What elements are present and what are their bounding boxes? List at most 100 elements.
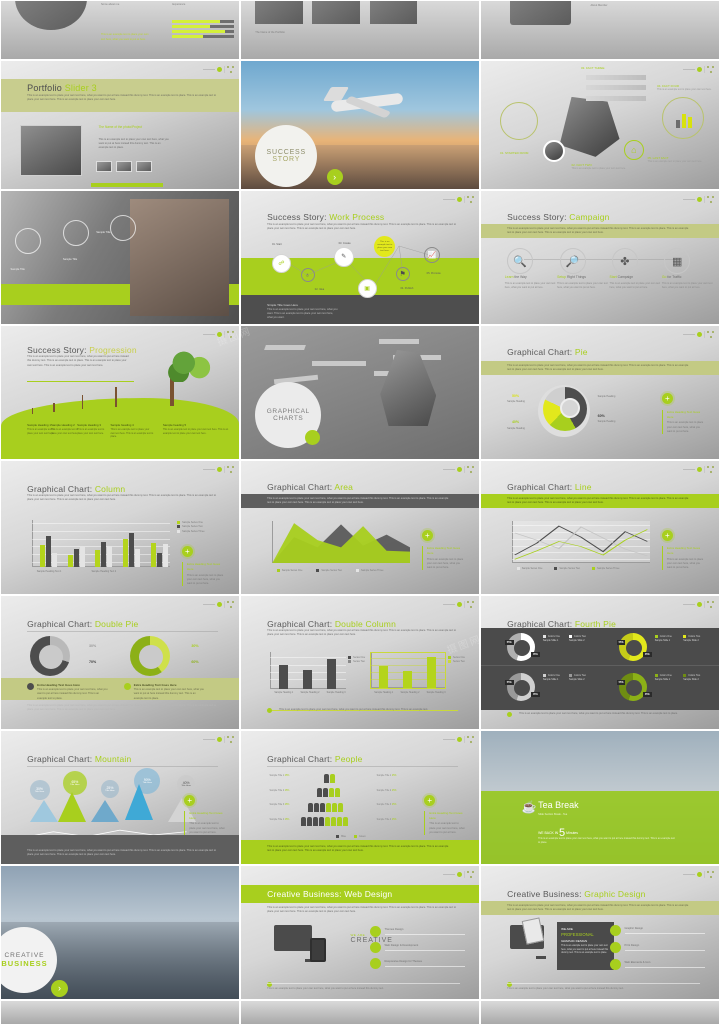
- fact-2-body: This is an example text to place your ow…: [571, 167, 626, 171]
- slide-graphical-chart-double-column[interactable]: Graphical Chart: Double Column This is a…: [240, 595, 480, 730]
- slide-graphical-chart-double-pie[interactable]: Graphical Chart: Double Pie 30% 70% 30% …: [0, 595, 240, 730]
- process-node-publish-icon[interactable]: ▣: [357, 278, 377, 298]
- corner-nodes-icon: [467, 601, 474, 608]
- column-body: This is an example text to place your ow…: [27, 494, 217, 502]
- area-chart[interactable]: [271, 520, 410, 564]
- add-button[interactable]: +: [424, 794, 436, 806]
- monitor-stand-icon: [535, 956, 546, 960]
- add-button[interactable]: +: [661, 530, 673, 542]
- slide-bottom-partial-1[interactable]: [0, 1000, 240, 1025]
- double-column-chart-left[interactable]: [269, 651, 346, 690]
- portfolio-thumbnail-strip[interactable]: [96, 160, 153, 172]
- tea-break-title: Tea Break: [538, 800, 579, 811]
- web-design-item-3[interactable]: Responsive Design for Themes: [369, 957, 465, 969]
- slide-success-story-progression[interactable]: Success Story: Progression This is an ex…: [0, 325, 240, 460]
- process-node-flag-icon[interactable]: ⚑: [395, 266, 410, 281]
- mountain-footer: This is an example text to place your ow…: [27, 849, 217, 857]
- graphic-design-item-2[interactable]: Print Design: [609, 941, 705, 953]
- slide-creative-business-web-design[interactable]: Creative Business: Web Design This is an…: [240, 865, 480, 1000]
- tree-foliage-icon: [162, 349, 216, 382]
- line-side-card: Extra Heading Text Goes Here This is an e…: [661, 546, 705, 571]
- page-title: Graphical Chart: Line: [507, 482, 592, 493]
- tea-cup-icon: ☕: [521, 800, 537, 815]
- slide-graphical-chart-fourth-pie[interactable]: Graphical Chart: Fourth Pie 55% 45% 55% …: [480, 595, 720, 730]
- slide-team-partial[interactable]: About Member: [480, 0, 720, 60]
- corner-nodes-icon: [707, 196, 714, 203]
- slide-success-story-campaign[interactable]: Success Story: Campaign This is an examp…: [480, 190, 720, 325]
- tea-break-subtitle: Slide Section Break - Tea: [538, 813, 568, 817]
- slide-graphical-chart-area[interactable]: Graphical Chart: Area This is an example…: [240, 460, 480, 595]
- slide-bottom-partial-2[interactable]: [240, 1000, 480, 1025]
- slide-corner-badge: [683, 66, 714, 73]
- add-button[interactable]: +: [661, 392, 673, 404]
- slide-about-us-partial[interactable]: Some about me Experience This is an exam…: [0, 0, 240, 60]
- column-chart[interactable]: [31, 519, 170, 568]
- slide-graphical-chart-pie[interactable]: Graphical Chart: Pie This is an example …: [480, 325, 720, 460]
- column-cat-1: Sample Heading Text 1: [36, 570, 62, 574]
- page-title: Graphical Chart: Fourth Pie: [507, 618, 617, 629]
- slide-portfolio-slider-3[interactable]: Portfolio Slider 3 This is an example te…: [0, 60, 240, 190]
- slide-graphical-chart-people[interactable]: Graphical Chart: People Sample Title 1 2…: [240, 730, 480, 865]
- campaign-col-4: Go for Traffic This is an example text t…: [661, 274, 713, 290]
- portfolio-main-photo[interactable]: [20, 125, 82, 177]
- people-row-4: [300, 817, 348, 827]
- corner-nodes-icon: [467, 466, 474, 473]
- slide-graphical-chart-line[interactable]: Graphical Chart: Line This is an example…: [480, 460, 720, 595]
- people-row-1: [324, 773, 336, 783]
- slide-bottom-partial-3[interactable]: [480, 1000, 720, 1025]
- slide-success-story-cover[interactable]: SUCCESS STORY ›: [240, 60, 480, 190]
- bar-chart-icon[interactable]: ▦: [664, 248, 691, 275]
- slide-creative-business-graphic-design[interactable]: Creative Business: Graphic Design This i…: [480, 865, 720, 1000]
- fourth-pie-3-label-b: 45%: [530, 691, 540, 697]
- tea-break-body: This is an example text to place your ow…: [538, 837, 675, 845]
- campaign-col-2: Setup Right Things This is an example te…: [557, 274, 608, 290]
- home-icon: ⌂: [623, 140, 644, 161]
- about-label-2: Experience: [172, 3, 186, 7]
- graphic-design-item-3[interactable]: Web Elements & Icon: [609, 959, 705, 971]
- graphic-design-item-1[interactable]: Graphic Design: [609, 924, 705, 936]
- slide-success-story-work-process[interactable]: Success Story: Work Process This is an e…: [240, 190, 480, 325]
- slide-fact-overview[interactable]: ⌂ 03. FACT THREE 01. STARTED FROM 02. FA…: [480, 60, 720, 190]
- slide-tea-break[interactable]: ☕ Tea Break Slide Section Break - Tea WE…: [480, 730, 720, 865]
- process-node-promote-icon[interactable]: 📈: [424, 246, 441, 263]
- process-label-publish: 04. Publish: [400, 286, 414, 290]
- page-title: Graphical Chart: Area: [267, 482, 354, 493]
- add-button[interactable]: +: [184, 794, 196, 806]
- slide-photo-people[interactable]: Sample Title Sample Title Sample Title: [0, 190, 240, 325]
- footer-body: This is an example text to place your ow…: [267, 307, 338, 319]
- page-title: Success Story: Progression: [27, 344, 137, 355]
- corner-dot-icon: [697, 332, 702, 337]
- process-node-create-icon[interactable]: ✎: [333, 246, 354, 267]
- web-design-item-2[interactable]: Web Design & Development: [369, 941, 465, 953]
- document-search-icon[interactable]: 🔍: [507, 248, 534, 275]
- web-design-item-1[interactable]: Themes Design: [369, 925, 465, 937]
- process-node-idea-icon[interactable]: ♁: [300, 268, 315, 283]
- progression-step-3: Sample Heading 3 This is an example text …: [77, 423, 105, 435]
- corner-dot-icon: [217, 467, 222, 472]
- page-title: Graphical Chart: Double Pie: [27, 618, 139, 629]
- fact-1-label: STARTED FROM: [505, 150, 529, 155]
- slide-graphical-chart-mountain[interactable]: Graphical Chart: Mountain 30% Title Here …: [0, 730, 240, 865]
- slide-creative-business-cover[interactable]: CREATIVE BUSINESS ›: [0, 865, 240, 1000]
- pie-caption-2: Sample Heading: [507, 427, 525, 431]
- process-node-start-icon[interactable]: ☍: [271, 253, 291, 273]
- slide-corner-badge: [683, 331, 714, 338]
- add-button[interactable]: +: [421, 530, 433, 542]
- line-chart[interactable]: [511, 520, 650, 564]
- cover-title-line1: CREATIVE: [4, 952, 45, 960]
- people-label-left-4: Sample Title 4 25%: [269, 818, 290, 821]
- slide-graphical-charts-cover[interactable]: GRAPHICAL CHARTS: [240, 325, 480, 460]
- double-column-chart-right[interactable]: [369, 651, 446, 690]
- add-button[interactable]: +: [181, 546, 193, 558]
- people-legend: Blue Green: [336, 834, 366, 840]
- slide-graphical-chart-column[interactable]: Graphical Chart: Column This is an examp…: [0, 460, 240, 595]
- slide-portfolio-thumbs-partial[interactable]: The Name of the Portfolio: [240, 0, 480, 60]
- people-row-2: [317, 788, 341, 798]
- magnifier-icon[interactable]: 🔎: [559, 248, 586, 275]
- next-arrow-button[interactable]: [305, 429, 321, 445]
- next-arrow-button[interactable]: ›: [326, 168, 343, 185]
- footer-title: Simple Title Goes Here: [267, 302, 299, 307]
- puzzle-icon[interactable]: ✤: [611, 248, 638, 275]
- fact-two-thumb: [542, 140, 565, 163]
- portfolio-body: This is an example text to place your ow…: [27, 94, 217, 102]
